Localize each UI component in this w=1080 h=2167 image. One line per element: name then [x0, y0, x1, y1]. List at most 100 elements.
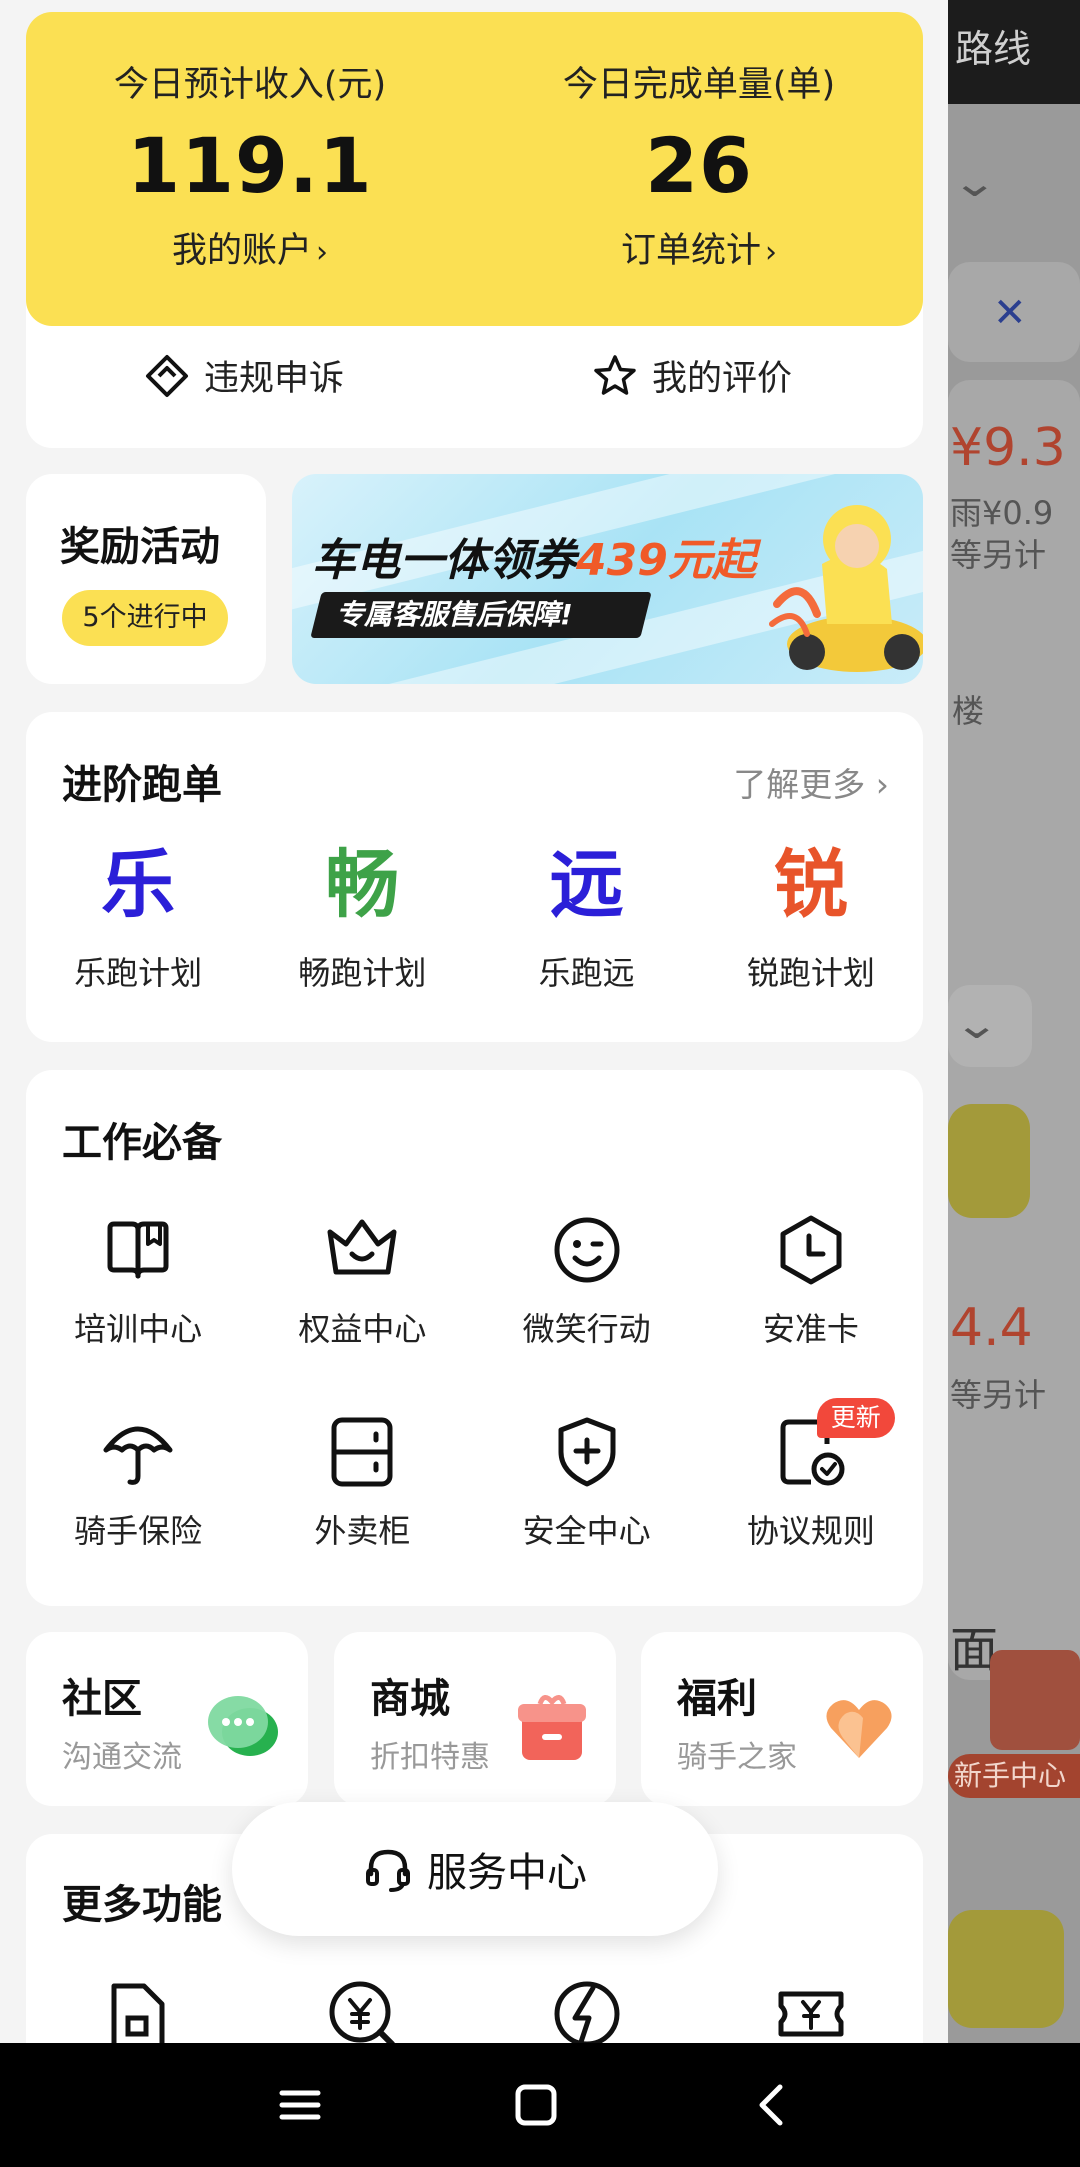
background-button — [948, 1104, 1030, 1218]
order-stats-label: 订单统计 — [620, 231, 761, 271]
community-card[interactable]: 社区 沟通交流 — [26, 1632, 308, 1806]
tool-label: 安全中心 — [522, 1512, 651, 1550]
banner-title: 车电一体领券439元起 — [312, 524, 756, 588]
safety-center-button[interactable]: 安全中心 — [475, 1412, 699, 1552]
my-account-label: 我的账户 — [171, 231, 312, 271]
learn-more-label: 了解更多 — [733, 765, 866, 804]
locker-icon — [331, 1417, 393, 1487]
yuan-ticket-icon — [778, 1991, 844, 2037]
rider-insurance-button[interactable]: 骑手保险 — [26, 1412, 250, 1552]
tool-label: 协议规则 — [746, 1512, 875, 1550]
chevron-down-icon: ⌄ — [951, 160, 999, 206]
orders-label: 今日完成单量(单) — [562, 65, 836, 105]
update-badge: 更新 — [816, 1398, 895, 1438]
chat-bubble-icon — [208, 1696, 278, 1756]
mall-subtitle: 折扣特惠 — [370, 1740, 490, 1775]
mall-title: 商城 — [370, 1676, 450, 1722]
chevron-right-icon: › — [765, 235, 777, 270]
chevron-right-icon: › — [316, 235, 328, 270]
plan-item[interactable]: 远 乐跑远 — [475, 840, 699, 994]
heart-icon — [826, 1700, 892, 1758]
document-icon — [111, 1983, 165, 2043]
more-function-item[interactable] — [475, 1974, 699, 2043]
orders-column: 今日完成单量(单) 26 订单统计 › — [475, 12, 923, 273]
background-price: 4.4 — [950, 1298, 1033, 1358]
crown-icon — [327, 1219, 397, 1275]
community-subtitle: 沟通交流 — [62, 1740, 182, 1775]
yuan-search-icon — [329, 1981, 396, 2043]
advanced-running-card: 进阶跑单 了解更多 › 乐 乐跑计划 畅 畅跑计划 远 乐跑远 锐 锐跑计划 — [26, 712, 923, 1042]
plan-char: 锐 — [773, 842, 848, 928]
shield-plus-icon — [558, 1417, 616, 1487]
more-functions-row — [26, 1974, 923, 2043]
work-essentials-card: 工作必备 培训中心 权益中心 微笑行动 安准卡 骑手保险 外卖柜 安全中心 更新… — [26, 1070, 923, 1606]
tool-row: 骑手保险 外卖柜 安全中心 更新 协议规则 — [26, 1398, 923, 1552]
my-review-label: 我的评价 — [652, 359, 793, 399]
agreement-rules-button[interactable]: 更新 协议规则 — [699, 1398, 923, 1552]
back-icon[interactable] — [740, 2073, 804, 2137]
plan-label: 锐跑计划 — [746, 954, 875, 992]
chevron-down-icon: ⌄ — [953, 1002, 1001, 1048]
plan-item[interactable]: 锐 锐跑计划 — [699, 840, 923, 994]
system-nav-bar — [0, 2043, 1080, 2167]
tool-label: 安准卡 — [762, 1310, 859, 1348]
income-label: 今日预计收入(元) — [113, 65, 387, 105]
background-text: 等另计 — [950, 536, 1047, 574]
tool-label: 微笑行动 — [522, 1310, 651, 1348]
more-function-item[interactable] — [699, 1974, 923, 2043]
menu-icon[interactable] — [268, 2073, 332, 2137]
my-account-link[interactable]: 我的账户 › — [26, 222, 474, 273]
my-review-button[interactable]: 我的评价 — [592, 350, 792, 401]
banner-subtitle-box: 专属客服售后保障! — [310, 592, 652, 638]
mall-card[interactable]: 商城 折扣特惠 — [334, 1632, 616, 1806]
tool-label: 骑手保险 — [74, 1512, 203, 1550]
plan-char: 远 — [549, 842, 624, 928]
close-icon: ✕ — [993, 290, 1027, 336]
tool-label: 外卖柜 — [314, 1512, 411, 1550]
learn-more-link[interactable]: 了解更多 › — [733, 758, 889, 806]
welfare-subtitle: 骑手之家 — [677, 1740, 797, 1775]
plan-char: 乐 — [101, 842, 176, 928]
benefits-center-button[interactable]: 权益中心 — [250, 1210, 474, 1350]
more-functions-title: 更多功能 — [62, 1882, 222, 1928]
appeal-button[interactable]: 违规申诉 — [144, 350, 344, 401]
takeout-locker-button[interactable]: 外卖柜 — [250, 1412, 474, 1552]
smile-action-button[interactable]: 微笑行动 — [475, 1210, 699, 1350]
tool-label: 权益中心 — [298, 1310, 427, 1348]
order-stats-link[interactable]: 订单统计 › — [475, 222, 923, 273]
background-price: ¥9.3 — [950, 418, 1066, 478]
banner-title-highlight: 439元起 — [576, 535, 756, 586]
home-icon[interactable] — [504, 2073, 568, 2137]
promo-banner[interactable]: 车电一体领券439元起 专属客服售后保障! — [292, 474, 923, 684]
banner-title-prefix: 车电一体领券 — [312, 535, 576, 586]
plan-item[interactable]: 畅 畅跑计划 — [250, 840, 474, 994]
background-button — [948, 1910, 1064, 2028]
rider-illustration-icon — [769, 505, 923, 672]
background-text: 楼 — [952, 692, 985, 730]
plan-item[interactable]: 乐 乐跑计划 — [26, 840, 250, 994]
service-center-button[interactable]: 服务中心 — [232, 1802, 718, 1936]
background-route-label: 路线 — [955, 27, 1032, 71]
plan-label: 畅跑计划 — [298, 954, 427, 992]
service-center-label: 服务中心 — [427, 1850, 587, 1896]
umbrella-icon — [103, 1426, 173, 1485]
tool-row: 培训中心 权益中心 微笑行动 安准卡 — [26, 1210, 923, 1350]
clock-icon — [780, 1215, 842, 1285]
welfare-card[interactable]: 福利 骑手之家 — [641, 1632, 923, 1806]
gift-icon — [990, 1650, 1080, 1750]
background-text: 等另计 — [950, 1376, 1047, 1414]
gift-box-icon — [518, 1695, 586, 1760]
training-center-button[interactable]: 培训中心 — [26, 1210, 250, 1350]
reward-activity-card[interactable]: 奖励活动 5个进行中 — [26, 474, 266, 684]
appeal-label: 违规申诉 — [204, 359, 345, 399]
plan-label: 乐跑计划 — [74, 954, 203, 992]
more-function-item[interactable] — [26, 1974, 250, 2043]
more-function-item[interactable] — [250, 1974, 474, 2043]
reward-count-badge: 5个进行中 — [62, 590, 228, 646]
book-icon — [107, 1221, 169, 1279]
star-icon — [594, 354, 636, 395]
side-drawer: 违规申诉 我的评价 今日预计收入(元) 119.1 我的账户 › 今日完成单量(单… — [0, 0, 948, 2043]
orders-value: 26 — [645, 121, 753, 210]
safety-card-button[interactable]: 安准卡 — [699, 1210, 923, 1350]
earnings-card: 今日预计收入(元) 119.1 我的账户 › 今日完成单量(单) 26 订单统计 › — [26, 12, 923, 326]
